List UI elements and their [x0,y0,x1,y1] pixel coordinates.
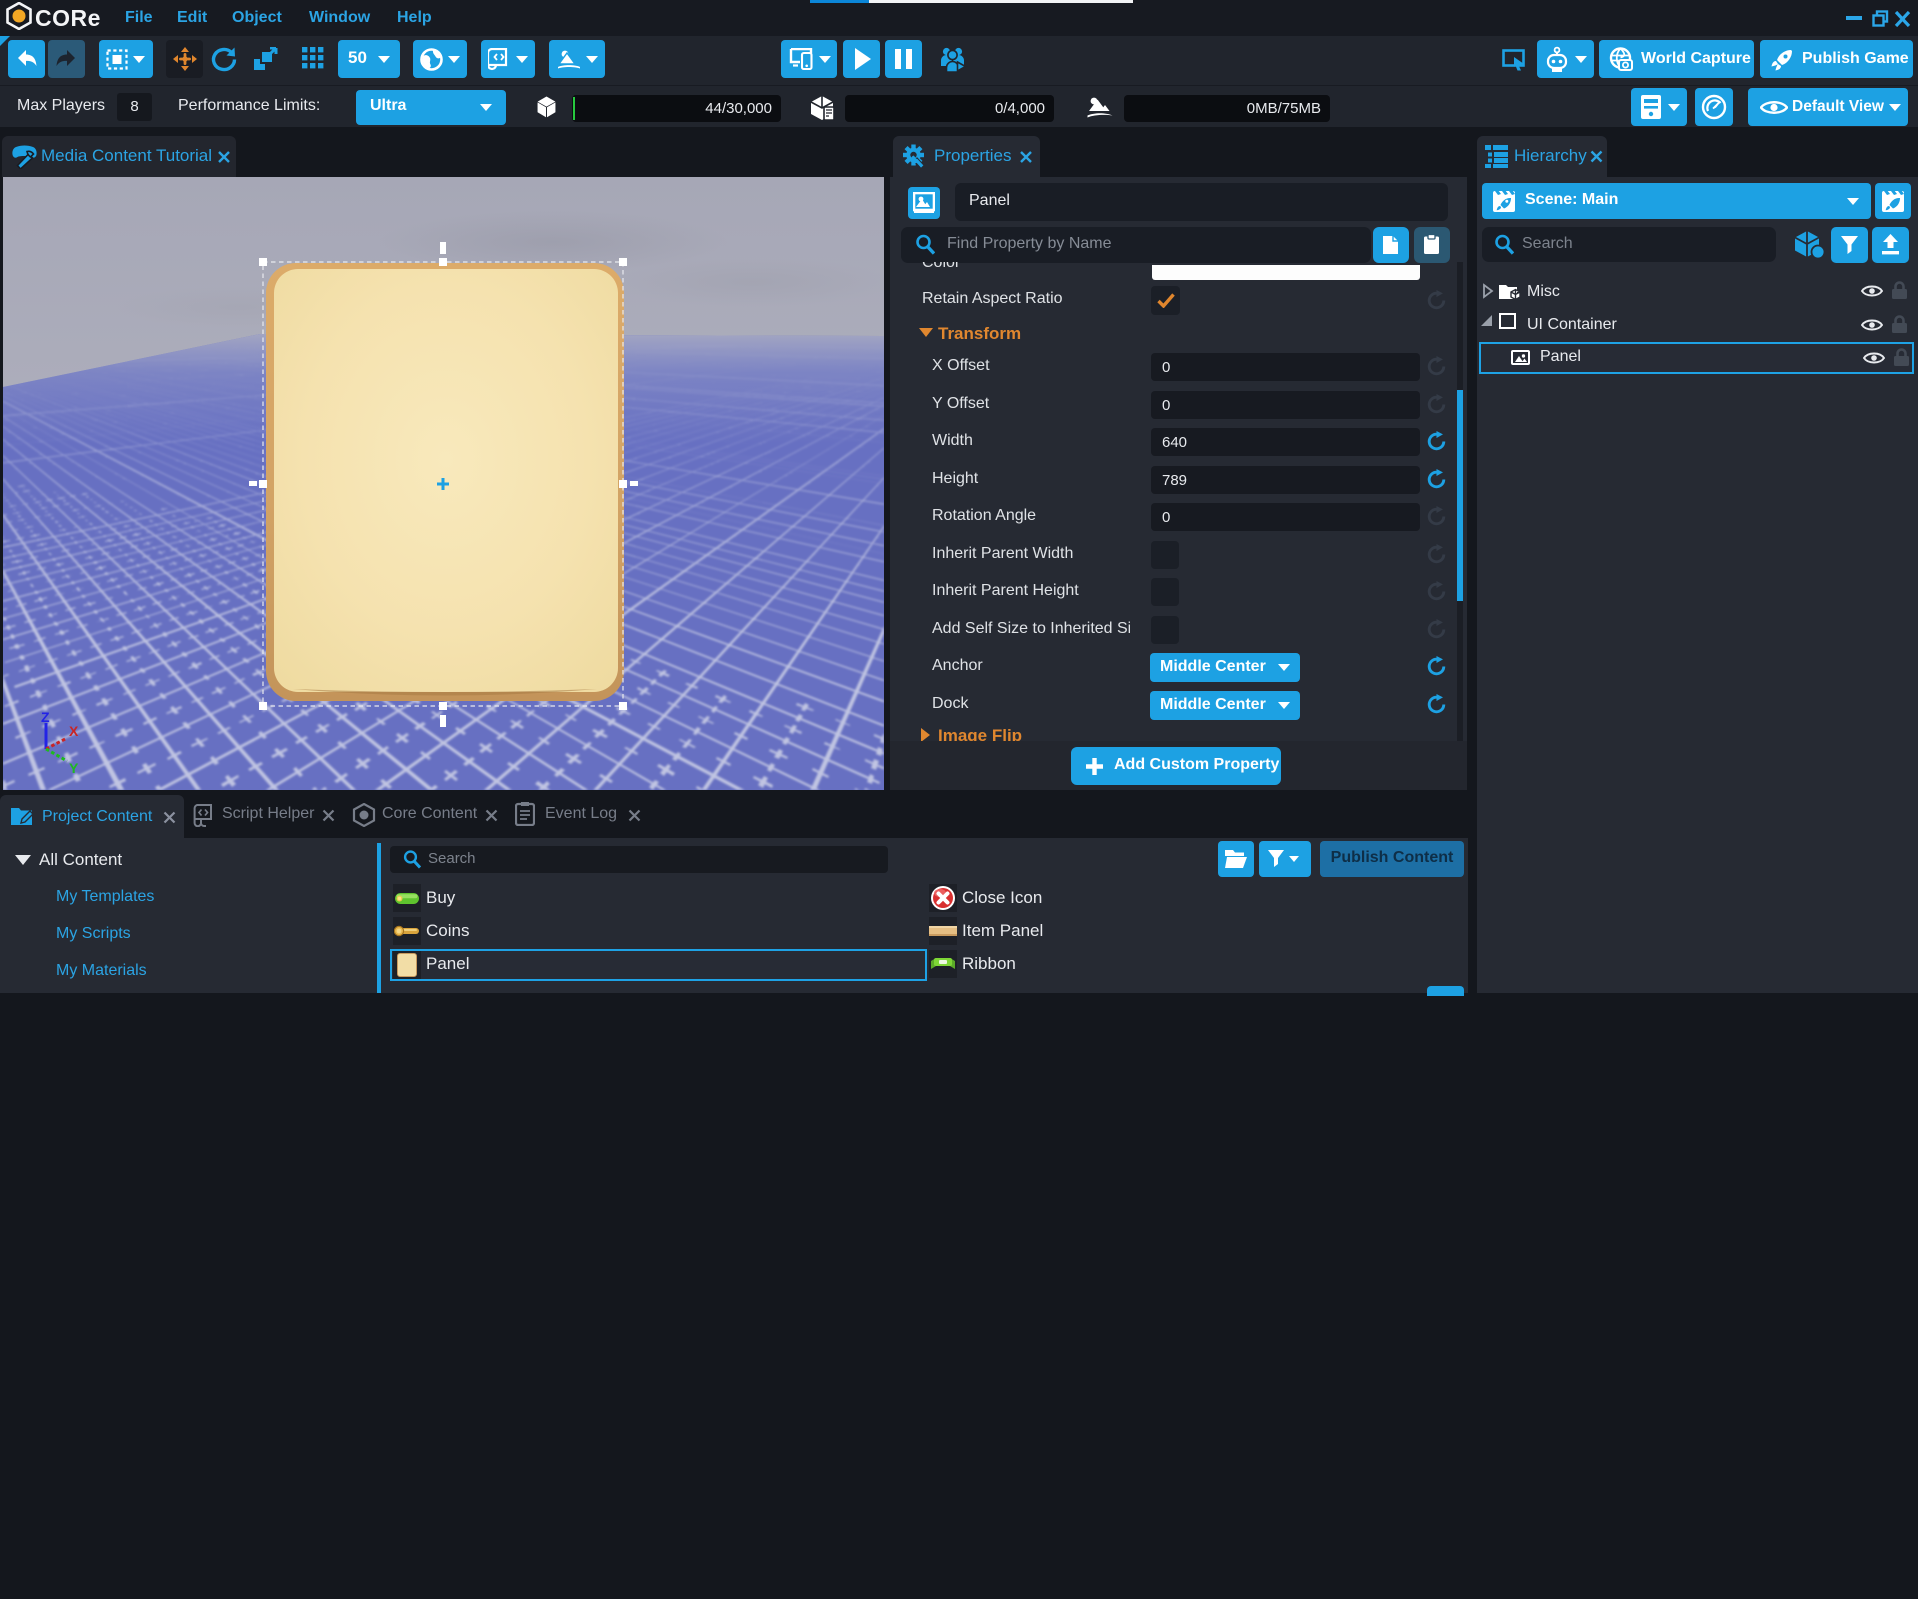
svg-text:Z: Z [41,710,50,725]
svg-text:Y: Y [69,760,79,774]
svg-text:X: X [69,723,79,739]
